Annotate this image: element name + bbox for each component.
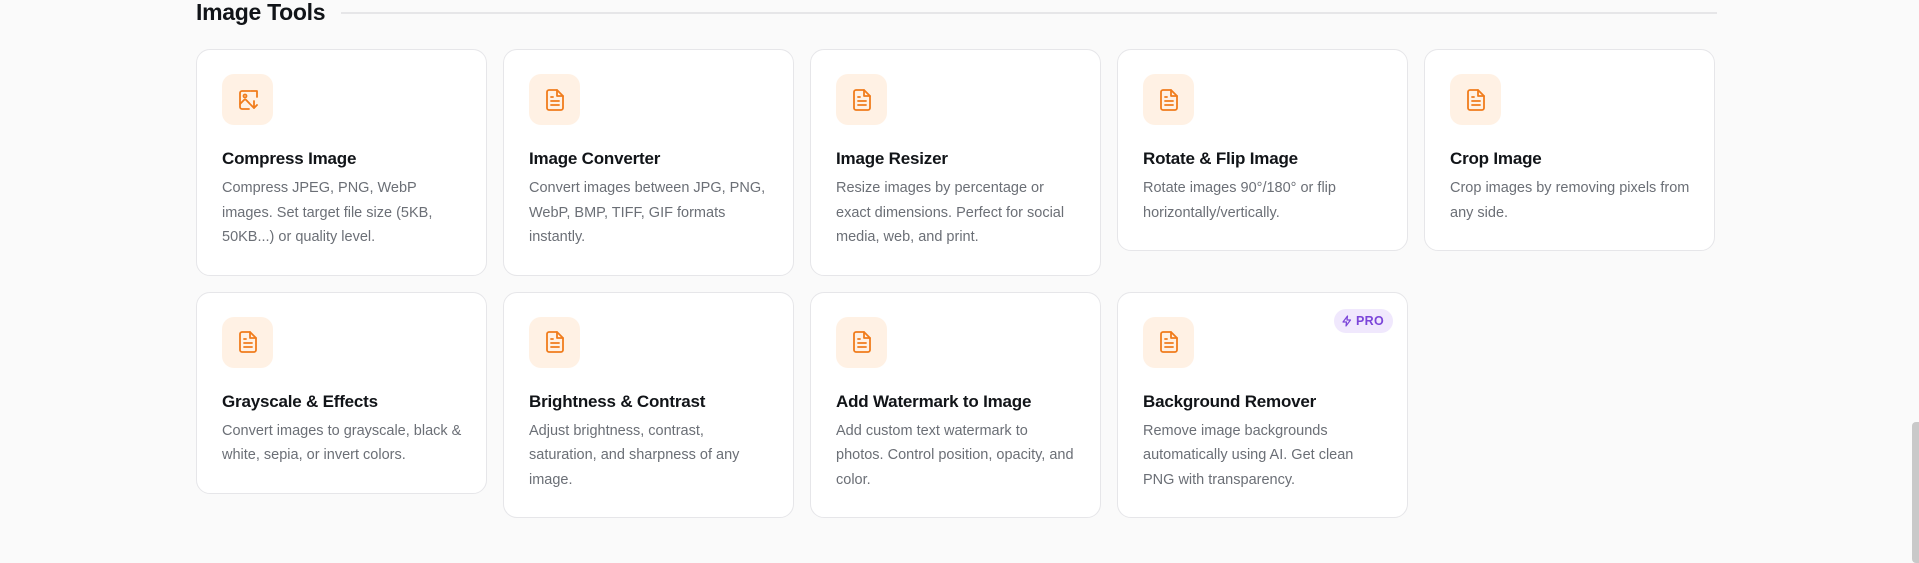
icon-tile: [222, 74, 273, 125]
icon-tile: [1450, 74, 1501, 125]
file-document-icon: [543, 330, 567, 354]
pro-badge: PRO: [1334, 308, 1393, 333]
section-divider: [341, 11, 1717, 14]
lightning-icon: [1341, 314, 1353, 327]
tool-title: Add Watermark to Image: [836, 391, 1032, 411]
tool-description: Add custom text watermark to photos. Con…: [836, 422, 1074, 488]
tool-title: Compress Image: [222, 149, 357, 168]
section-header: Image Tools: [196, 0, 1717, 26]
tool-card-grayscale-effects[interactable]: Grayscale & Effects Convert images to gr…: [196, 291, 487, 494]
file-document-icon: [236, 330, 260, 354]
tool-title: Brightness & Contrast: [529, 391, 706, 411]
tool-description: Crop images by removing pixels from any …: [1450, 180, 1690, 221]
icon-tile: [222, 316, 273, 368]
pro-badge-label: PRO: [1356, 313, 1384, 328]
tool-description: Adjust brightness, contrast, saturation,…: [529, 422, 740, 488]
tool-card-crop-image[interactable]: Crop Image Crop images by removing pixel…: [1424, 49, 1715, 251]
file-document-icon: [1464, 88, 1488, 112]
tool-description: Convert images between JPG, PNG, WebP, B…: [529, 180, 766, 245]
tool-card-image-converter[interactable]: Image Converter Convert images between J…: [503, 49, 794, 276]
icon-tile: [529, 316, 580, 368]
file-document-icon: [850, 88, 874, 112]
tool-description: Remove image backgrounds automatically u…: [1143, 422, 1354, 488]
tool-title: Crop Image: [1450, 149, 1542, 168]
file-document-icon: [850, 330, 874, 354]
tool-title: Grayscale & Effects: [222, 391, 378, 411]
file-document-icon: [543, 88, 567, 112]
tool-card-brightness-contrast[interactable]: Brightness & Contrast Adjust brightness,…: [503, 291, 794, 518]
tool-description: Rotate images 90°/180° or flip horizonta…: [1143, 180, 1336, 221]
tool-title: Rotate & Flip Image: [1143, 149, 1298, 168]
image-compress-icon: [236, 88, 260, 112]
file-document-icon: [1157, 88, 1181, 112]
tool-card-compress-image[interactable]: Compress Image Compress JPEG, PNG, WebP …: [196, 49, 487, 276]
icon-tile: [836, 316, 887, 368]
icon-tile: [836, 74, 887, 125]
file-document-icon: [1157, 330, 1181, 354]
tool-card-rotate-flip-image[interactable]: Rotate & Flip Image Rotate images 90°/18…: [1117, 49, 1408, 251]
tool-description: Compress JPEG, PNG, WebP images. Set tar…: [222, 180, 433, 245]
icon-tile: [1143, 74, 1194, 125]
tool-title: Image Converter: [529, 149, 661, 168]
tool-card-add-watermark[interactable]: Add Watermark to Image Add custom text w…: [810, 291, 1101, 518]
scrollbar-thumb[interactable]: [1912, 422, 1919, 563]
tool-grid: Compress Image Compress JPEG, PNG, WebP …: [196, 49, 1717, 518]
icon-tile: [1143, 316, 1194, 368]
tool-card-image-resizer[interactable]: Image Resizer Resize images by percentag…: [810, 49, 1101, 276]
tool-title: Image Resizer: [836, 149, 948, 168]
image-tools-page: Image Tools Compress Image Compress JPEG…: [0, 0, 1919, 563]
tool-title: Background Remover: [1143, 391, 1317, 411]
tool-card-background-remover[interactable]: Background Remover Remove image backgrou…: [1117, 291, 1408, 518]
tool-description: Resize images by percentage or exact dim…: [836, 180, 1065, 245]
tool-description: Convert images to grayscale, black & whi…: [222, 422, 462, 464]
icon-tile: [529, 74, 580, 125]
section-title: Image Tools: [196, 0, 326, 25]
